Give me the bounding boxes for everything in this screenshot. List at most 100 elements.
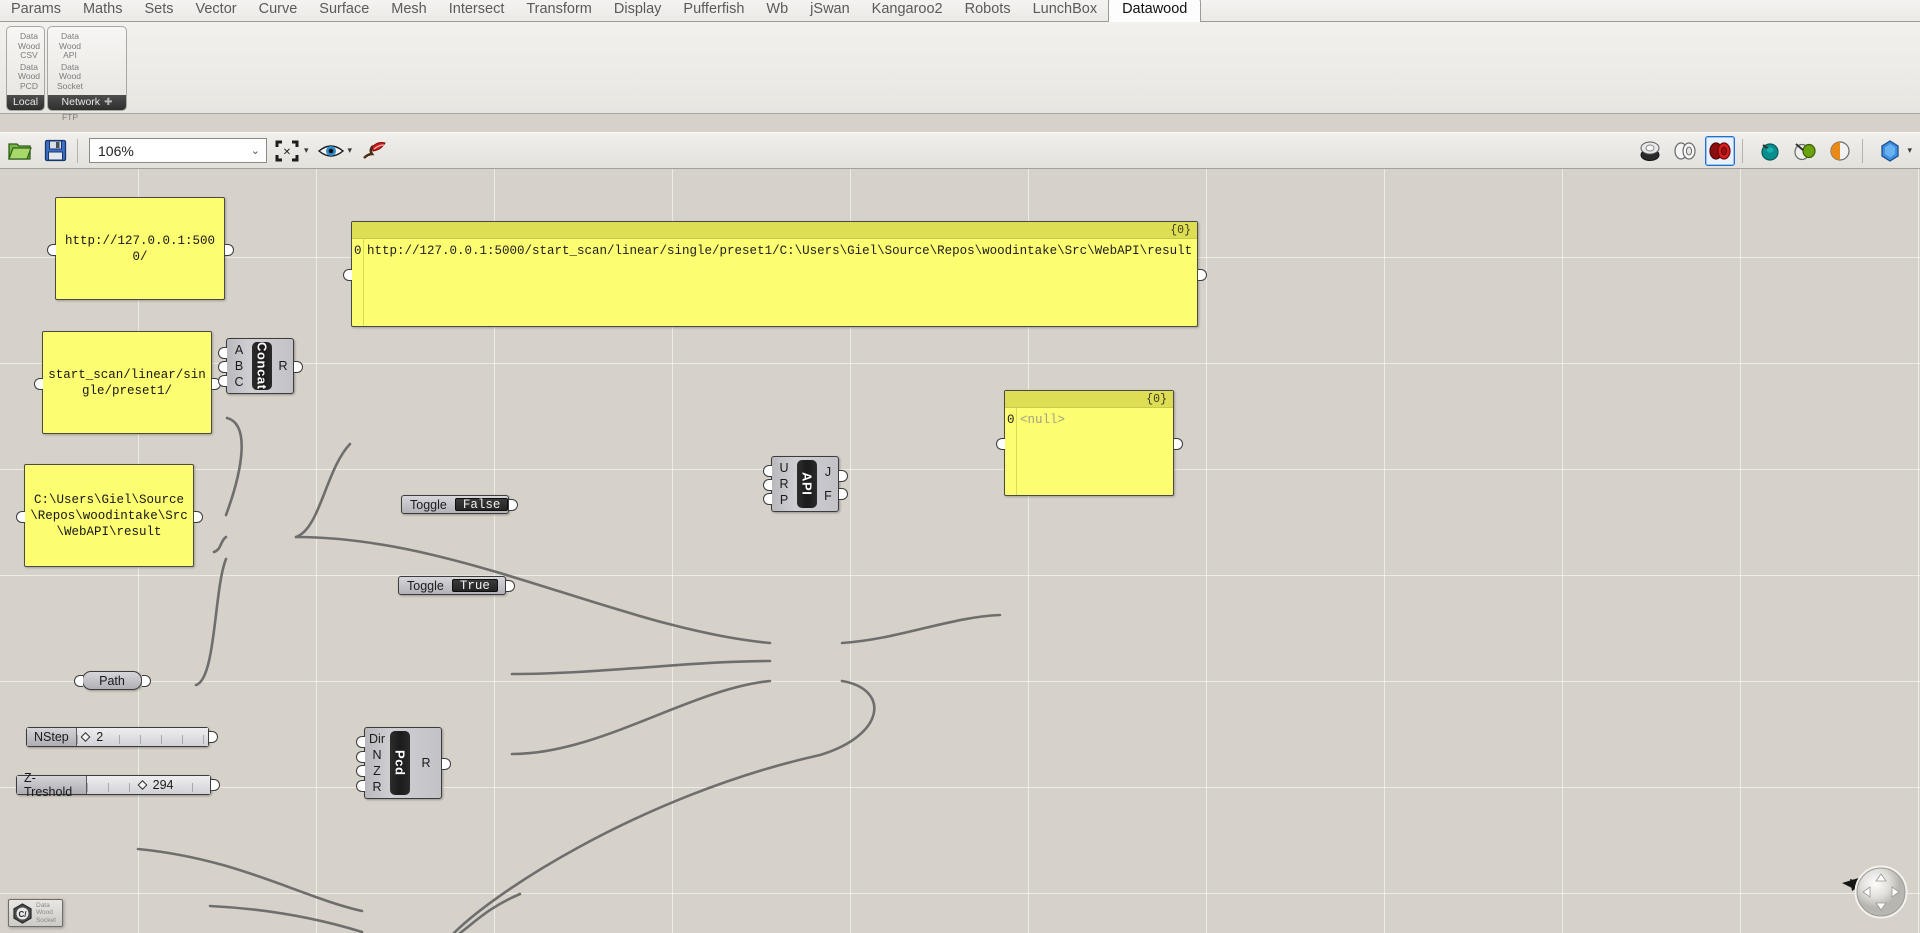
open-folder-icon[interactable] — [5, 136, 35, 166]
grasshopper-canvas[interactable]: http://127.0.0.1:5000/start_scan/linear/… — [0, 169, 1920, 933]
ribbon-group-expand-icon[interactable]: ✚ — [104, 97, 112, 108]
save-disk-icon[interactable] — [40, 136, 70, 166]
ribbon-group-footer-label: Network — [61, 96, 101, 108]
menu-tab-pufferfish[interactable]: Pufferfish — [672, 0, 755, 21]
menu-tab-intersect[interactable]: Intersect — [438, 0, 516, 21]
rendered-display-icon[interactable] — [1705, 135, 1736, 166]
menu-tab-lunchbox[interactable]: LunchBox — [1022, 0, 1109, 21]
input-port[interactable] — [343, 269, 352, 281]
menu-tab-params[interactable]: Params — [0, 0, 72, 21]
zoom-level-value: 106% — [98, 142, 134, 159]
display-mode-toolbar: ▾ — [1630, 135, 1920, 166]
panel-base-url[interactable]: http://127.0.0.1:5000/ — [47, 197, 234, 300]
canvas-compass-widget[interactable] — [1836, 861, 1912, 923]
ribbon-item-label: API — [63, 50, 77, 61]
menu-tab-kangaroo2[interactable]: Kangaroo2 — [861, 0, 954, 21]
menu-tab-jswan[interactable]: jSwan — [799, 0, 861, 21]
ribbon-item-label: PCD — [20, 80, 38, 91]
menu-tab-display[interactable]: Display — [603, 0, 673, 21]
output-label: J — [824, 464, 832, 479]
input-port[interactable] — [356, 765, 365, 778]
input-port[interactable] — [356, 750, 365, 763]
input-port[interactable] — [763, 479, 772, 491]
menu-tab-sets[interactable]: Sets — [133, 0, 184, 21]
menu-tab-surface[interactable]: Surface — [308, 0, 380, 21]
panel-row-index: 0 — [1007, 413, 1015, 427]
component-datawood-pcd[interactable]: Dir N Z R Pcd R — [356, 727, 451, 799]
input-port[interactable] — [16, 510, 25, 523]
datawood-socket-status[interactable]: C/ Data Wood Socket — [8, 899, 63, 927]
input-label: U — [779, 460, 789, 475]
zoom-extents-dropdown-caret[interactable]: ▾ — [304, 145, 309, 156]
svg-text:C/: C/ — [19, 910, 28, 919]
input-port[interactable] — [996, 438, 1005, 450]
green-preview-icon[interactable] — [1790, 136, 1820, 166]
menu-tab-robots[interactable]: Robots — [954, 0, 1022, 21]
zoom-extents-icon[interactable]: ✕ — [272, 136, 302, 166]
teal-preview-icon[interactable] — [1755, 136, 1785, 166]
input-port[interactable] — [218, 347, 227, 359]
preview-eye-icon[interactable] — [316, 136, 346, 166]
output-label: F — [824, 488, 832, 503]
component-datawood-api[interactable]: U R P API J F — [763, 456, 848, 512]
menu-tab-mesh[interactable]: Mesh — [380, 0, 437, 21]
menu-tab-maths[interactable]: Maths — [72, 0, 134, 21]
status-line-3: Socket — [36, 916, 56, 924]
bake-brush-icon[interactable] — [359, 136, 389, 166]
blue-polygon-icon[interactable] — [1875, 136, 1905, 166]
zoom-level-input[interactable]: 106% ⌄ — [89, 138, 267, 163]
output-port[interactable] — [194, 510, 203, 523]
preview-dropdown-caret[interactable]: ▾ — [348, 145, 353, 156]
toolbar-divider — [77, 138, 78, 163]
input-port[interactable] — [356, 736, 365, 749]
ribbon-item-data-wood-pcd[interactable]: Data Wood PCD — [10, 61, 48, 92]
panel-text: start_scan/linear/single/preset1/ — [48, 367, 206, 398]
slider-nstep[interactable]: NStep 2 — [26, 727, 218, 747]
gradient-preview-icon[interactable] — [1825, 136, 1855, 166]
panel-concatenated-url[interactable]: {0} 0 http://127.0.0.1:5000/start_scan/lin… — [343, 221, 1207, 327]
grasshopper-window: Params Maths Sets Vector Curve Surface Mesh Int… — [0, 0, 1920, 933]
panel-result-directory[interactable]: C:\Users\Giel\Source\Repos\woodintake\Sr… — [16, 464, 203, 567]
output-port[interactable] — [225, 243, 234, 256]
menu-tab-curve[interactable]: Curve — [248, 0, 309, 21]
input-label: P — [779, 492, 789, 507]
panel-api-response[interactable]: {0} 0 <null> — [996, 390, 1183, 496]
input-port[interactable] — [356, 779, 365, 792]
input-port[interactable] — [763, 465, 772, 477]
ribbon-item-data-wood-api[interactable]: Data Wood API — [51, 30, 89, 61]
input-port[interactable] — [763, 493, 772, 505]
panel-path-header: {0} — [352, 222, 1197, 239]
chevron-down-icon[interactable]: ⌄ — [251, 144, 260, 157]
slider-track[interactable]: 294 — [87, 776, 210, 794]
panel-endpoint-path[interactable]: start_scan/linear/single/preset1/ — [34, 331, 221, 434]
input-port[interactable] — [218, 361, 227, 373]
preview-settings-caret[interactable]: ▾ — [1907, 145, 1912, 156]
slider-z-treshold[interactable]: Z-Treshold 294 — [16, 771, 220, 799]
component-outputs: R — [411, 728, 441, 798]
toggle-value[interactable]: False — [454, 498, 509, 512]
menu-tab-datawood[interactable]: Datawood — [1108, 0, 1202, 22]
menu-tab-vector[interactable]: Vector — [184, 0, 247, 21]
ribbon-item-data-wood-csv[interactable]: Data Wood CSV — [10, 30, 48, 61]
input-port[interactable] — [74, 675, 83, 687]
menu-tab-transform[interactable]: Transform — [515, 0, 603, 21]
ribbon-item-data-wood-socket[interactable]: Data Wood Socket — [51, 61, 89, 92]
input-port[interactable] — [218, 375, 227, 387]
ribbon-group-footer-network[interactable]: Network ✚ — [48, 95, 126, 110]
toggle-value[interactable]: True — [451, 579, 498, 593]
panel-text: http://127.0.0.1:5000/ — [64, 233, 216, 264]
component-name-plate: API — [797, 460, 817, 508]
ribbon-group-footer-local[interactable]: Local — [7, 95, 44, 110]
component-inputs: Dir N Z R — [365, 728, 389, 798]
socket-hex-icon: C/ — [13, 902, 32, 924]
input-port[interactable] — [47, 243, 56, 256]
toggle-false[interactable]: Toggle False — [401, 495, 518, 514]
component-concat[interactable]: A B C Concat R — [218, 338, 303, 394]
slider-track[interactable]: 2 — [77, 728, 208, 746]
toggle-true[interactable]: Toggle True — [398, 576, 515, 595]
param-path[interactable]: Path — [74, 671, 151, 690]
input-port[interactable] — [34, 377, 43, 390]
menu-tab-wb[interactable]: Wb — [755, 0, 799, 21]
wireframe-display-icon[interactable] — [1670, 136, 1700, 166]
shaded-display-icon[interactable] — [1635, 136, 1665, 166]
